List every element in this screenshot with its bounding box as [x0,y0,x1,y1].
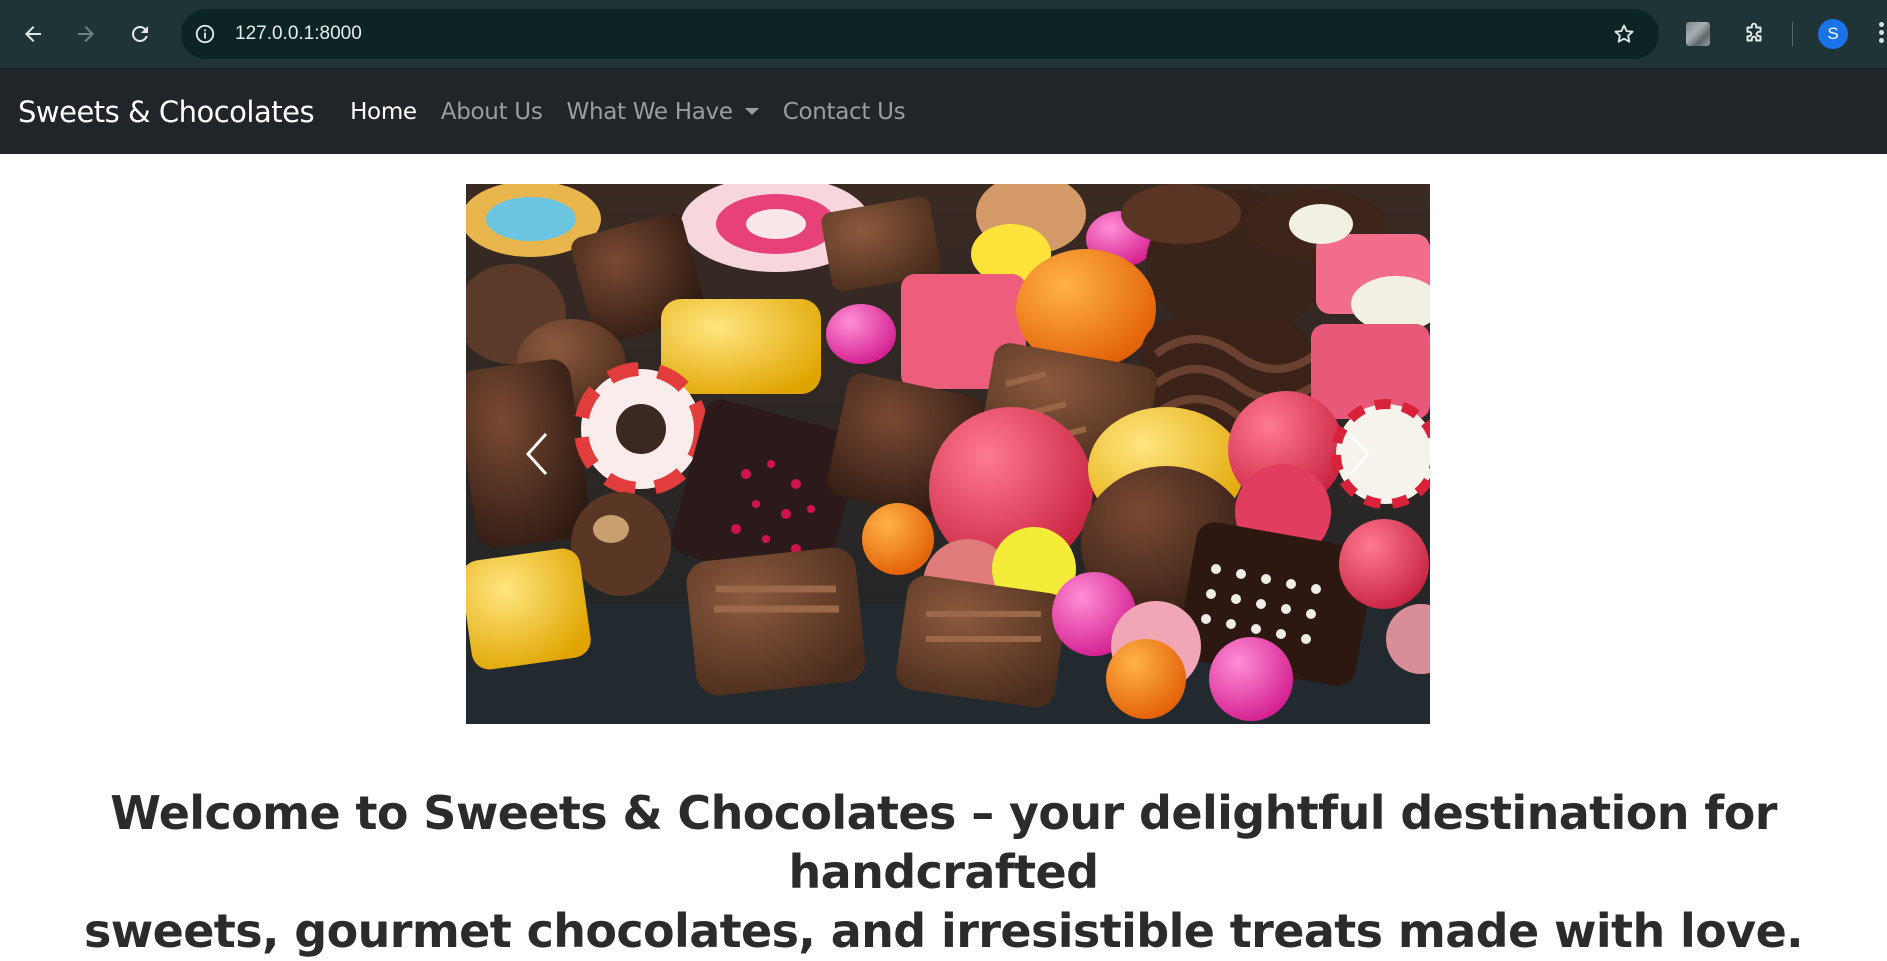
browser-toolbar: 127.0.0.1:8000 S [0,0,1887,69]
nav-link-about-us[interactable]: About Us [441,99,543,125]
caret-down-icon [744,108,759,115]
nav-links: Home About Us What We Have Contact Us [350,99,929,125]
site-info-icon[interactable] [193,22,217,46]
site-navbar: Sweets & Chocolates Home About Us What W… [0,69,1887,154]
nav-link-contact-us[interactable]: Contact Us [783,99,906,125]
back-button[interactable] [13,14,53,54]
carousel-next-icon [1348,432,1371,476]
extensions-puzzle-icon[interactable] [1738,18,1770,50]
extension-thumbnail-icon[interactable] [1686,22,1710,46]
address-bar[interactable]: 127.0.0.1:8000 [181,9,1659,59]
forward-arrow-icon [78,26,94,42]
url-text[interactable]: 127.0.0.1:8000 [235,9,362,59]
nav-link-home[interactable]: Home [350,99,417,125]
welcome-line-2: sweets, gourmet chocolates, and irresist… [83,904,1804,958]
carousel-next-button[interactable] [1320,409,1400,499]
carousel-prev-icon [525,432,548,476]
reload-icon [132,25,148,42]
welcome-heading: Welcome to Sweets & Chocolates – your de… [0,784,1887,961]
navbar-brand[interactable]: Sweets & Chocolates [18,95,315,129]
hero-carousel [466,184,1430,724]
bookmark-star-icon[interactable] [1611,21,1637,47]
welcome-line-1: Welcome to Sweets & Chocolates – your de… [110,786,1777,899]
carousel-image [466,184,1430,724]
reload-button[interactable] [120,14,160,54]
nav-dropdown-what-we-have[interactable]: What We Have [567,99,759,125]
nav-dropdown-label: What We Have [566,98,733,125]
forward-button[interactable] [66,14,106,54]
kebab-menu-icon[interactable] [1876,20,1887,48]
toolbar-divider [1792,22,1793,46]
profile-avatar[interactable]: S [1818,19,1848,49]
back-arrow-icon [25,26,41,42]
carousel-prev-button[interactable] [496,409,576,499]
